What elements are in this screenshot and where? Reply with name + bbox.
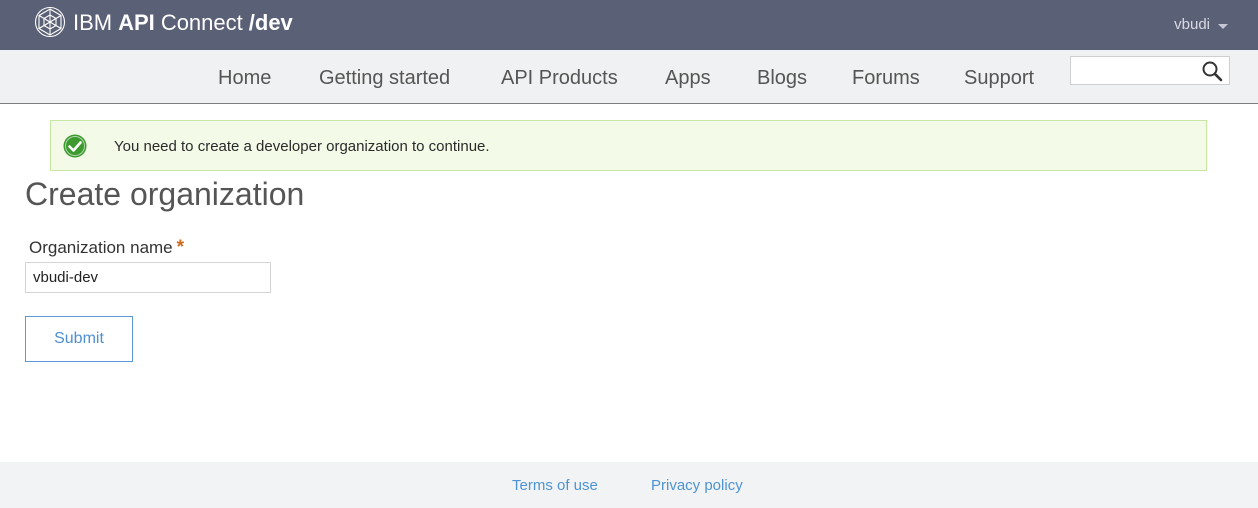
nav-item-api-products[interactable]: API Products <box>501 67 618 90</box>
top-header-bar: IBM API Connect/dev vbudi <box>0 0 1258 50</box>
nav-item-forums[interactable]: Forums <box>852 67 920 90</box>
footer-link-privacy-policy[interactable]: Privacy policy <box>651 477 743 494</box>
footer: Terms of use Privacy policy <box>0 462 1258 508</box>
brand-title[interactable]: IBM API Connect/dev <box>73 10 293 36</box>
status-message-text: You need to create a developer organizat… <box>114 138 490 155</box>
search-box <box>1070 56 1230 85</box>
brand-api: API <box>118 10 155 35</box>
nav-item-blogs[interactable]: Blogs <box>757 67 807 90</box>
user-name: vbudi <box>1174 16 1210 33</box>
brand-connect: Connect <box>160 10 243 35</box>
nav-item-apps[interactable]: Apps <box>665 67 711 90</box>
search-input[interactable] <box>1071 57 1203 83</box>
nav-item-home[interactable]: Home <box>218 67 271 90</box>
required-marker: * <box>176 237 185 258</box>
footer-link-terms-of-use[interactable]: Terms of use <box>512 477 598 494</box>
brand-ibm: IBM <box>73 10 113 35</box>
nav-item-support[interactable]: Support <box>964 67 1034 90</box>
brand-catalog: /dev <box>248 10 293 35</box>
page-title: Create organization <box>25 176 305 212</box>
user-menu[interactable]: vbudi <box>1174 16 1228 33</box>
chevron-down-icon <box>1218 23 1228 29</box>
status-message: You need to create a developer organizat… <box>50 120 1207 171</box>
organization-name-label-text: Organization name <box>29 238 173 257</box>
organization-name-input[interactable] <box>25 262 271 293</box>
nav-item-getting-started[interactable]: Getting started <box>319 67 450 90</box>
search-icon[interactable] <box>1201 60 1223 82</box>
organization-name-label: Organization name * <box>29 237 184 259</box>
submit-button[interactable]: Submit <box>25 316 133 362</box>
ibm-api-connect-logo-icon[interactable] <box>34 6 66 38</box>
check-circle-icon <box>63 134 87 158</box>
